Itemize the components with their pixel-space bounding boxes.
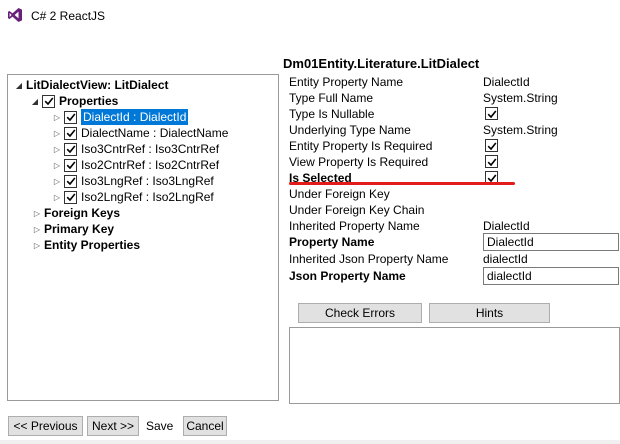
- prop-value: DialectId: [483, 75, 530, 89]
- checkmark-icon: [487, 110, 496, 118]
- prop-row-property-name: Property Name: [289, 233, 619, 251]
- collapsed-caret-icon[interactable]: ▷: [52, 173, 62, 189]
- prop-row-json-property-name: Json Property Name: [289, 267, 619, 285]
- prop-row-entity-property-name: Entity Property Name DialectId: [289, 74, 619, 90]
- prop-value: DialectId: [483, 219, 530, 233]
- prop-value: dialectId: [483, 252, 528, 266]
- prop-label: View Property Is Required: [289, 155, 429, 169]
- save-link[interactable]: Save: [146, 419, 173, 433]
- prop-label: Type Full Name: [289, 91, 374, 105]
- item-checkbox[interactable]: [64, 158, 77, 172]
- tree-item-dialectname[interactable]: ▷ DialectName : DialectName: [52, 125, 228, 141]
- prop-row-inherited-property-name: Inherited Property Name DialectId: [289, 218, 619, 234]
- prop-label: Under Foreign Key: [289, 187, 390, 201]
- visual-studio-logo-icon: [8, 8, 22, 22]
- tree-item-dialectid[interactable]: ▷ DialectId : DialectId: [52, 109, 189, 125]
- cancel-button[interactable]: Cancel: [183, 416, 227, 436]
- tree-item-label: DialectName : DialectName: [81, 126, 229, 140]
- prop-value: System.String: [483, 123, 558, 137]
- collapsed-caret-icon[interactable]: ▷: [32, 221, 42, 237]
- prop-label: Underlying Type Name: [289, 123, 411, 137]
- checkmark-icon: [487, 174, 496, 182]
- tree-group-primary-key[interactable]: ▷ Primary Key: [32, 221, 114, 237]
- tree-item-label: Iso2CntrRef : Iso2CntrRef: [81, 158, 220, 172]
- collapsed-caret-icon[interactable]: ▷: [52, 189, 62, 205]
- hints-button[interactable]: Hints: [429, 303, 550, 323]
- prop-label: Entity Property Is Required: [289, 139, 433, 153]
- property-name-input[interactable]: [483, 233, 619, 251]
- prop-row-type-is-nullable: Type Is Nullable: [289, 106, 619, 122]
- collapsed-caret-icon[interactable]: ▷: [52, 109, 62, 125]
- prop-label: Json Property Name: [289, 269, 406, 283]
- checkmark-icon: [487, 158, 496, 166]
- collapsed-caret-icon[interactable]: ▷: [32, 205, 42, 221]
- expanded-caret-icon[interactable]: ◢: [14, 77, 24, 93]
- type-is-nullable-checkbox[interactable]: [485, 107, 498, 120]
- prop-label: Property Name: [289, 235, 375, 249]
- tree-group-foreign-keys[interactable]: ▷ Foreign Keys: [32, 205, 120, 221]
- title-bar: C# 2 ReactJS: [0, 0, 620, 32]
- entity-title: Dm01Entity.Literature.LitDialect: [283, 56, 480, 71]
- next-button[interactable]: Next >>: [87, 416, 139, 436]
- checkmark-icon: [66, 177, 75, 186]
- collapsed-caret-icon[interactable]: ▷: [32, 237, 42, 253]
- view-tree-panel[interactable]: ◢ LitDialectView: LitDialect ◢ Propertie…: [7, 74, 279, 401]
- checkmark-icon: [44, 97, 53, 106]
- prop-row-under-foreign-key: Under Foreign Key: [289, 186, 619, 202]
- tree-item-label: Iso2LngRef : Iso2LngRef: [81, 190, 214, 204]
- checkmark-icon: [66, 161, 75, 170]
- item-checkbox[interactable]: [64, 110, 77, 124]
- prop-label: Inherited Property Name: [289, 219, 420, 233]
- tree-item-iso3lngref[interactable]: ▷ Iso3LngRef : Iso3LngRef: [52, 173, 214, 189]
- properties-checkbox[interactable]: [42, 94, 55, 108]
- prop-row-view-property-is-required: View Property Is Required: [289, 154, 619, 170]
- prop-value: System.String: [483, 91, 558, 105]
- tree-root-node[interactable]: ◢ LitDialectView: LitDialect: [14, 77, 169, 93]
- expanded-caret-icon[interactable]: ◢: [30, 93, 40, 109]
- prop-label: Inherited Json Property Name: [289, 252, 449, 266]
- prop-row-underlying-type-name: Underlying Type Name System.String: [289, 122, 619, 138]
- prop-row-entity-property-is-required: Entity Property Is Required: [289, 138, 619, 154]
- checkmark-icon: [66, 145, 75, 154]
- prop-row-type-full-name: Type Full Name System.String: [289, 90, 619, 106]
- tree-item-iso3cntrref[interactable]: ▷ Iso3CntrRef : Iso3CntrRef: [52, 141, 219, 157]
- checkmark-icon: [487, 142, 496, 150]
- prop-row-inherited-json-property-name: Inherited Json Property Name dialectId: [289, 251, 619, 267]
- item-checkbox[interactable]: [64, 190, 77, 204]
- check-errors-button[interactable]: Check Errors: [298, 303, 422, 323]
- entity-property-required-checkbox[interactable]: [485, 139, 498, 152]
- tree-group-entity-properties[interactable]: ▷ Entity Properties: [32, 237, 140, 253]
- collapsed-caret-icon[interactable]: ▷: [52, 125, 62, 141]
- tree-group-label: Foreign Keys: [44, 206, 121, 220]
- status-strip: [0, 440, 620, 444]
- prop-row-under-foreign-key-chain: Under Foreign Key Chain: [289, 202, 619, 218]
- item-checkbox[interactable]: [64, 174, 77, 188]
- collapsed-caret-icon[interactable]: ▷: [52, 157, 62, 173]
- tree-properties-node[interactable]: ◢ Properties: [30, 93, 118, 109]
- collapsed-caret-icon[interactable]: ▷: [52, 141, 62, 157]
- tree-item-label: DialectId : DialectId: [81, 109, 189, 125]
- view-property-required-checkbox[interactable]: [485, 155, 498, 168]
- tree-group-label: Primary Key: [44, 222, 115, 236]
- previous-button[interactable]: << Previous: [8, 416, 83, 436]
- item-checkbox[interactable]: [64, 126, 77, 140]
- tree-group-label: Entity Properties: [44, 238, 141, 252]
- checkmark-icon: [66, 113, 75, 122]
- prop-label: Under Foreign Key Chain: [289, 203, 425, 217]
- tree-item-label: Iso3CntrRef : Iso3CntrRef: [81, 142, 220, 156]
- highlight-underline: [289, 182, 515, 185]
- tree-item-iso2lngref[interactable]: ▷ Iso2LngRef : Iso2LngRef: [52, 189, 214, 205]
- window-title: C# 2 ReactJS: [31, 9, 106, 23]
- tree-item-iso2cntrref[interactable]: ▷ Iso2CntrRef : Iso2CntrRef: [52, 157, 219, 173]
- prop-label: Type Is Nullable: [289, 107, 375, 121]
- tree-root-label: LitDialectView: LitDialect: [26, 78, 169, 92]
- prop-label: Entity Property Name: [289, 75, 404, 89]
- tree-item-label: Iso3LngRef : Iso3LngRef: [81, 174, 214, 188]
- tree-properties-label: Properties: [59, 94, 119, 108]
- json-property-name-input[interactable]: [483, 267, 619, 285]
- checkmark-icon: [66, 129, 75, 138]
- item-checkbox[interactable]: [64, 142, 77, 156]
- checkmark-icon: [66, 193, 75, 202]
- messages-textarea[interactable]: [289, 327, 620, 404]
